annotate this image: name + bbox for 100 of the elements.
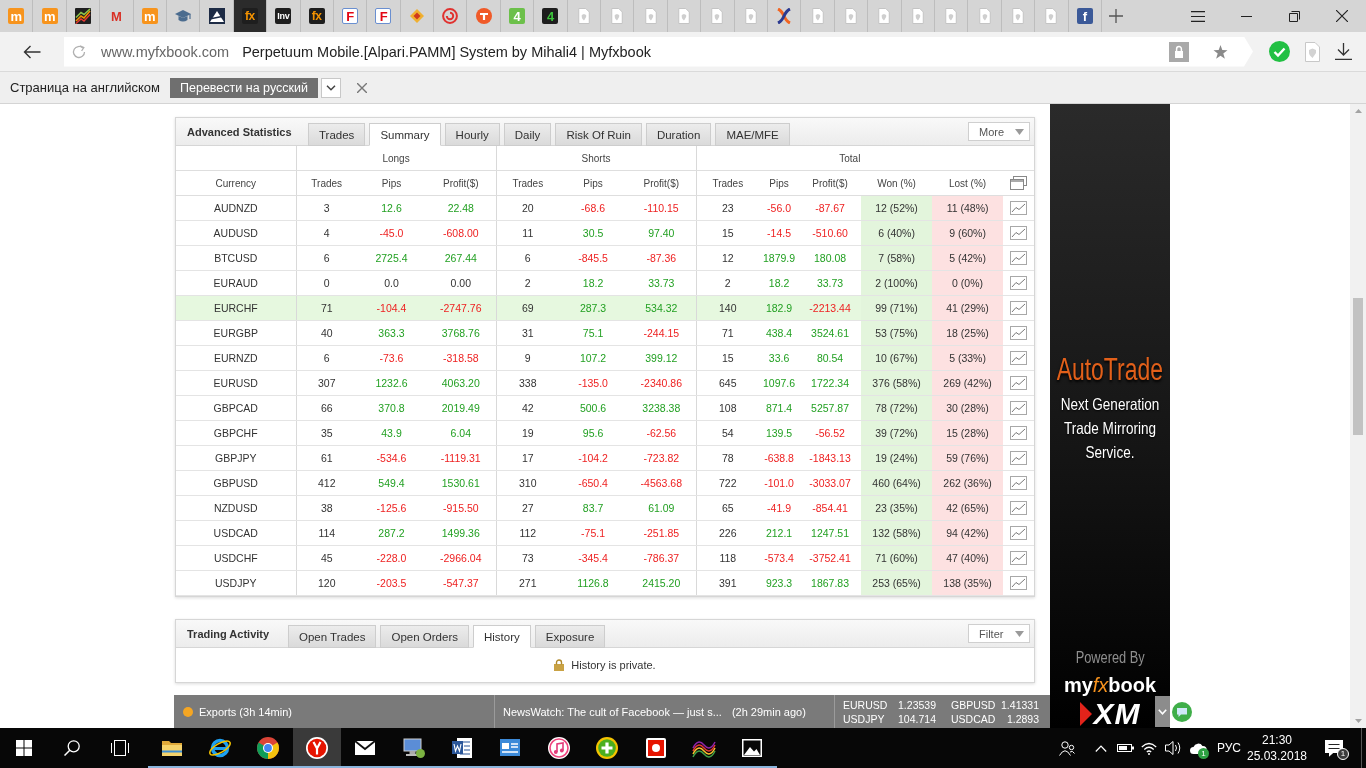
reload-icon[interactable] [72,44,86,59]
line-chart-icon[interactable] [1010,551,1028,565]
letter-logo-icon: 4 [509,8,526,24]
table-cell: 391 [696,570,760,596]
table-cell: -2747.76 [426,295,497,321]
line-chart-icon[interactable] [1010,426,1028,440]
taskbar-app[interactable] [292,728,342,768]
close-icon[interactable] [1336,10,1348,22]
chat-icon[interactable] [1172,701,1192,722]
panel-tab[interactable]: Hourly [444,123,500,146]
line-chart-icon[interactable] [1010,526,1028,540]
line-chart-icon[interactable] [1010,401,1028,415]
wifi-icon[interactable] [1141,741,1157,755]
table-cell: 7 (58%) [861,245,933,271]
clock-time[interactable]: 21:30 [1262,732,1292,748]
caret-down-icon[interactable] [1354,719,1362,723]
chevron-up-icon[interactable] [1095,744,1107,752]
line-chart-icon[interactable] [1010,326,1028,340]
battery-icon[interactable] [1116,742,1134,754]
download-icon[interactable] [1335,43,1352,60]
letter-logo-icon: m [41,8,58,24]
page-icon [945,8,958,24]
clock-date[interactable]: 25.03.2018 [1246,748,1308,764]
line-chart-icon[interactable] [1010,351,1028,365]
line-chart-icon[interactable] [1010,276,1028,290]
line-chart-icon[interactable] [1010,251,1028,265]
column-header: Trades [296,170,357,196]
caret-up-icon[interactable] [1354,109,1362,113]
table-cell: 23 [696,195,760,221]
status-message: History is private. [571,659,656,671]
panel-tab[interactable]: Daily [503,123,552,146]
news-headline[interactable]: NewsWatch: The cult of Facebook — just s... [503,705,722,718]
search-icon[interactable] [64,740,80,756]
table-cell: 118 [696,545,760,571]
table-cell: 0.00 [426,270,497,296]
currency-pair: GBPUSD [951,697,995,712]
panel-tab[interactable]: Risk Of Ruin [555,123,642,146]
table-cell: 18 (25%) [932,320,1004,346]
panel-tab[interactable]: Trades [308,123,366,146]
spiral-icon [442,8,459,24]
line-chart-icon[interactable] [1010,301,1028,315]
dropdown-button[interactable]: Filter [968,624,1030,643]
table-cell: 0.0 [357,270,426,296]
notification-icon[interactable] [1325,739,1343,757]
table-cell: 20 [496,195,560,221]
page-icon [978,8,991,24]
panel-tab[interactable]: Duration [645,123,712,146]
brand-logo: myfxbook [1063,674,1157,696]
line-chart-icon[interactable] [1010,451,1028,465]
browser-tab[interactable]: fx [233,0,268,32]
image-icon [740,736,765,760]
line-chart-icon[interactable] [1010,501,1028,515]
expand-button[interactable] [1155,696,1170,727]
panel-tab[interactable]: Open Trades [288,625,377,648]
table-cell: 500.6 [559,395,628,421]
address-field[interactable]: www.myfxbook.com Perpetuum Mobile.[Alpari.PAMM] System by Mihali4 | Myfxbook [64,36,1253,67]
line-chart-icon[interactable] [1010,476,1028,490]
letter-logo-icon: fx [241,8,258,24]
letter-logo-icon: M [108,8,125,24]
lock-icon[interactable] [1169,41,1189,62]
column-group-header: Total [696,146,1004,171]
line-chart-icon[interactable] [1010,376,1028,390]
menu-icon[interactable] [1191,10,1205,22]
exports-link[interactable]: Exports (3h 14min) [199,705,292,718]
dropdown-button[interactable]: More [968,122,1030,141]
page-shield-icon[interactable] [1305,41,1320,62]
panel-tab[interactable]: MAE/MFE [715,123,790,146]
table-cell: 120 [296,570,357,596]
table-cell: -547.37 [426,570,497,596]
check-circle-icon[interactable] [1269,41,1290,62]
ad-banner[interactable]: AutoTrade Next Generation Trade Mirroring Service. Powered By myfxbook XM [1050,104,1170,728]
back-arrow-icon[interactable] [23,44,41,59]
translate-button[interactable]: Перевести на русский [170,77,318,98]
panel-tab[interactable]: Open Orders [380,625,469,648]
panel-tab[interactable]: Exposure [534,625,606,648]
minimize-icon[interactable] [1240,15,1252,17]
panel-tab[interactable]: Summary [369,123,441,146]
ad-headline: AutoTrade [1056,352,1164,388]
language-indicator[interactable]: РУС [1217,741,1241,755]
people-icon[interactable] [1059,740,1075,756]
table-cell: 107.2 [559,345,628,371]
ad-tagline: Next Generation Trade Mirroring Service. [1059,394,1161,463]
windows-icon[interactable] [16,740,32,756]
restore-icon[interactable] [1288,10,1300,22]
scrollbar[interactable] [1350,104,1366,728]
panel-tab[interactable]: History [472,625,531,648]
options-dropdown[interactable] [320,77,341,98]
table-cell: 6 [496,245,560,271]
table-cell: -41.9 [759,495,800,521]
star-icon[interactable] [1213,44,1228,59]
line-chart-icon[interactable] [1010,576,1028,590]
plus-icon[interactable] [1109,9,1123,23]
scroll-thumb[interactable] [1353,298,1363,435]
table-cell: 1232.6 [357,370,426,396]
letter-logo-icon: f [1076,8,1093,24]
task-view-icon[interactable] [111,740,129,756]
line-chart-icon[interactable] [1010,201,1028,215]
stacked-windows-icon[interactable] [1010,176,1028,190]
volume-icon[interactable] [1165,740,1181,756]
line-chart-icon[interactable] [1010,226,1028,240]
